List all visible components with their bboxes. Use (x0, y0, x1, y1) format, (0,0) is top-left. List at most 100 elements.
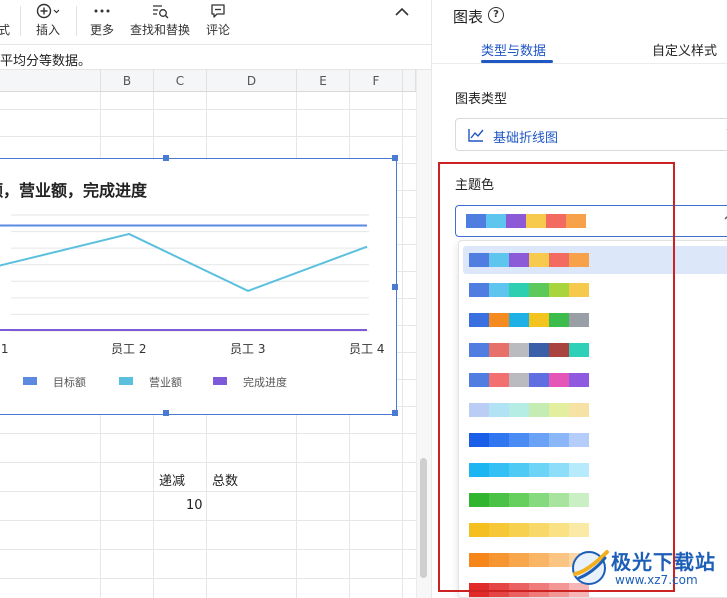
theme-option-6[interactable] (463, 396, 727, 424)
color-swatch (489, 253, 509, 267)
grid-line (0, 520, 416, 521)
search-replace-icon (128, 2, 192, 22)
legend-label: 完成进度 (243, 375, 287, 389)
theme-option-3[interactable] (463, 306, 727, 334)
selected-theme-swatches (466, 214, 586, 228)
column-header-a[interactable] (0, 70, 101, 92)
find-replace-button[interactable]: 查找和替换 (128, 2, 192, 38)
color-swatch (469, 253, 489, 267)
color-swatch (569, 523, 589, 537)
color-swatch (569, 283, 589, 297)
color-swatch (469, 553, 489, 567)
color-swatch (469, 433, 489, 447)
color-swatch (489, 523, 509, 537)
column-header-b[interactable]: B (101, 70, 154, 92)
color-swatch (489, 343, 509, 357)
legend-swatch (23, 377, 37, 385)
resize-handle-right[interactable] (392, 284, 398, 290)
theme-option-4[interactable] (463, 336, 727, 364)
vertical-scrollbar[interactable] (416, 70, 431, 598)
color-swatch (489, 433, 509, 447)
legend-swatch (119, 377, 133, 385)
column-header-e[interactable]: E (297, 70, 350, 92)
theme-option-8[interactable] (463, 456, 727, 484)
theme-color-select[interactable] (455, 205, 727, 237)
formula-bar[interactable]: 平均分等数据。 (0, 44, 431, 70)
color-swatch (529, 433, 549, 447)
color-swatch (509, 433, 529, 447)
color-swatch (569, 433, 589, 447)
color-swatch (526, 214, 546, 228)
color-swatch (529, 463, 549, 477)
resize-handle-top-right[interactable] (392, 155, 398, 161)
theme-option-1[interactable] (463, 246, 727, 274)
theme-option-9[interactable] (463, 486, 727, 514)
toolbar-item-format[interactable]: 式 (0, 2, 12, 38)
scrollbar-thumb[interactable] (420, 458, 427, 578)
color-swatch (549, 283, 569, 297)
column-header-f[interactable]: F (350, 70, 403, 92)
help-icon[interactable]: ? (488, 7, 504, 23)
color-swatch (466, 214, 486, 228)
color-swatch (469, 583, 489, 597)
color-swatch (549, 583, 569, 597)
line-chart-icon (467, 127, 485, 146)
column-header-c[interactable]: C (154, 70, 207, 92)
color-swatch (469, 283, 489, 297)
watermark-title: 极光下载站 (611, 550, 716, 574)
color-swatch (486, 214, 506, 228)
chart-object[interactable]: 员工 1 员工 2 员工 3 员工 4 目标额 营业额 完成进度 额，营业额，完成进度 (0, 155, 398, 416)
chart-type-value: 基础折线图 (493, 131, 559, 146)
color-swatch (569, 463, 589, 477)
theme-option-2[interactable] (463, 276, 727, 304)
resize-handle-bottom-right[interactable] (392, 410, 398, 416)
color-swatch (529, 373, 549, 387)
comment-icon (202, 2, 234, 22)
grid-line (402, 92, 403, 598)
theme-option-swatches (469, 523, 589, 537)
color-swatch (549, 403, 569, 417)
theme-option-10[interactable] (463, 516, 727, 544)
theme-option-swatches (469, 493, 589, 507)
resize-handle-top[interactable] (163, 155, 169, 161)
chart-type-label: 图表类型 (455, 92, 508, 107)
color-swatch (469, 493, 489, 507)
series-line-2 (0, 232, 368, 293)
column-header-d[interactable]: D (207, 70, 297, 92)
chevron-up-icon (722, 210, 727, 228)
color-swatch (549, 553, 569, 567)
color-swatch (509, 253, 529, 267)
grid-line (0, 136, 416, 137)
color-swatch (549, 463, 569, 477)
grid-line (0, 462, 416, 463)
chart-type-select[interactable]: 基础折线图 (455, 118, 727, 151)
theme-option-5[interactable] (463, 366, 727, 394)
theme-option-swatches (469, 403, 589, 417)
column-header-g[interactable] (403, 70, 416, 92)
toolbar-separator (20, 6, 21, 36)
more-button[interactable]: 更多 (86, 2, 118, 38)
color-swatch (509, 283, 529, 297)
color-swatch (549, 373, 569, 387)
color-swatch (569, 493, 589, 507)
resize-handle-bottom[interactable] (163, 410, 169, 416)
color-swatch (469, 343, 489, 357)
cell-c-value: 10 (186, 498, 203, 513)
insert-button[interactable]: 插入 (30, 2, 66, 38)
grid-line (0, 549, 416, 550)
x-tick-label: 员工 4 (349, 342, 384, 356)
theme-option-7[interactable] (463, 426, 727, 454)
watermark-url: www.xz7.com (615, 573, 698, 587)
collapse-toolbar-icon[interactable] (390, 0, 414, 24)
color-swatch (489, 373, 509, 387)
color-swatch (489, 553, 509, 567)
cell-d-header: 总数 (212, 474, 239, 489)
color-swatch (489, 283, 509, 297)
color-swatch (469, 463, 489, 477)
color-swatch (529, 343, 549, 357)
tab-custom-style[interactable]: 自定义样式 (652, 40, 717, 59)
color-swatch (509, 343, 529, 357)
tab-type-and-data[interactable]: 类型与数据 (481, 40, 546, 59)
color-swatch (489, 493, 509, 507)
comment-button[interactable]: 评论 (202, 2, 234, 38)
